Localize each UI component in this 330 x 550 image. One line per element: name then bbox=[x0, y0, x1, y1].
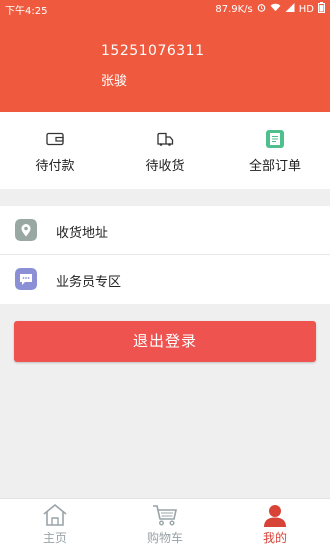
order-pending-receipt-label: 待收货 bbox=[145, 159, 185, 174]
profile-phone: 15251076311 bbox=[101, 43, 205, 59]
wifi-icon bbox=[270, 3, 281, 15]
menu-item-address[interactable]: 收货地址 bbox=[0, 206, 330, 255]
tab-cart-label: 购物车 bbox=[146, 531, 183, 545]
wallet-icon bbox=[46, 132, 64, 146]
user-icon bbox=[264, 505, 286, 527]
settings-menu: 收货地址 业务员专区 bbox=[0, 206, 330, 304]
tab-home[interactable]: 主页 bbox=[20, 503, 90, 546]
order-list-icon bbox=[266, 130, 284, 148]
order-pending-receipt[interactable]: 待收货 bbox=[120, 129, 210, 174]
network-speed: 87.9K/s bbox=[215, 3, 253, 15]
chat-bubble-icon bbox=[15, 268, 37, 290]
status-indicators: 87.9K/s HD bbox=[215, 2, 325, 16]
alarm-icon bbox=[257, 3, 266, 15]
tab-home-label: 主页 bbox=[42, 531, 67, 545]
order-all[interactable]: 全部订单 bbox=[230, 129, 320, 174]
tab-cart[interactable]: 购物车 bbox=[130, 503, 200, 546]
cart-icon bbox=[153, 505, 177, 526]
menu-item-address-label: 收货地址 bbox=[56, 226, 109, 241]
home-icon bbox=[43, 503, 67, 526]
menu-item-salesperson[interactable]: 业务员专区 bbox=[0, 255, 330, 304]
battery-icon bbox=[318, 2, 325, 16]
order-pending-payment[interactable]: 待付款 bbox=[10, 129, 100, 174]
network-type: HD bbox=[298, 3, 314, 15]
order-shortcuts: 待付款 待收货 全部订单 bbox=[0, 112, 330, 189]
tab-mine[interactable]: 我的 bbox=[240, 503, 310, 546]
profile-header: 15251076311 张骏 bbox=[0, 16, 330, 112]
bottom-tab-bar: 主页 购物车 我的 bbox=[0, 498, 330, 550]
logout-button[interactable]: 退出登录 bbox=[14, 321, 316, 362]
order-pending-payment-label: 待付款 bbox=[35, 159, 75, 174]
profile-name: 张骏 bbox=[101, 74, 128, 89]
signal-icon bbox=[285, 3, 295, 15]
location-pin-icon bbox=[15, 219, 37, 241]
menu-item-salesperson-label: 业务员专区 bbox=[56, 275, 122, 290]
tab-mine-label: 我的 bbox=[262, 531, 287, 545]
order-all-label: 全部订单 bbox=[248, 159, 301, 174]
truck-icon bbox=[157, 132, 174, 146]
status-time: 下午4:25 bbox=[5, 6, 48, 17]
status-bar: 下午4:25 87.9K/s HD bbox=[0, 0, 330, 17]
